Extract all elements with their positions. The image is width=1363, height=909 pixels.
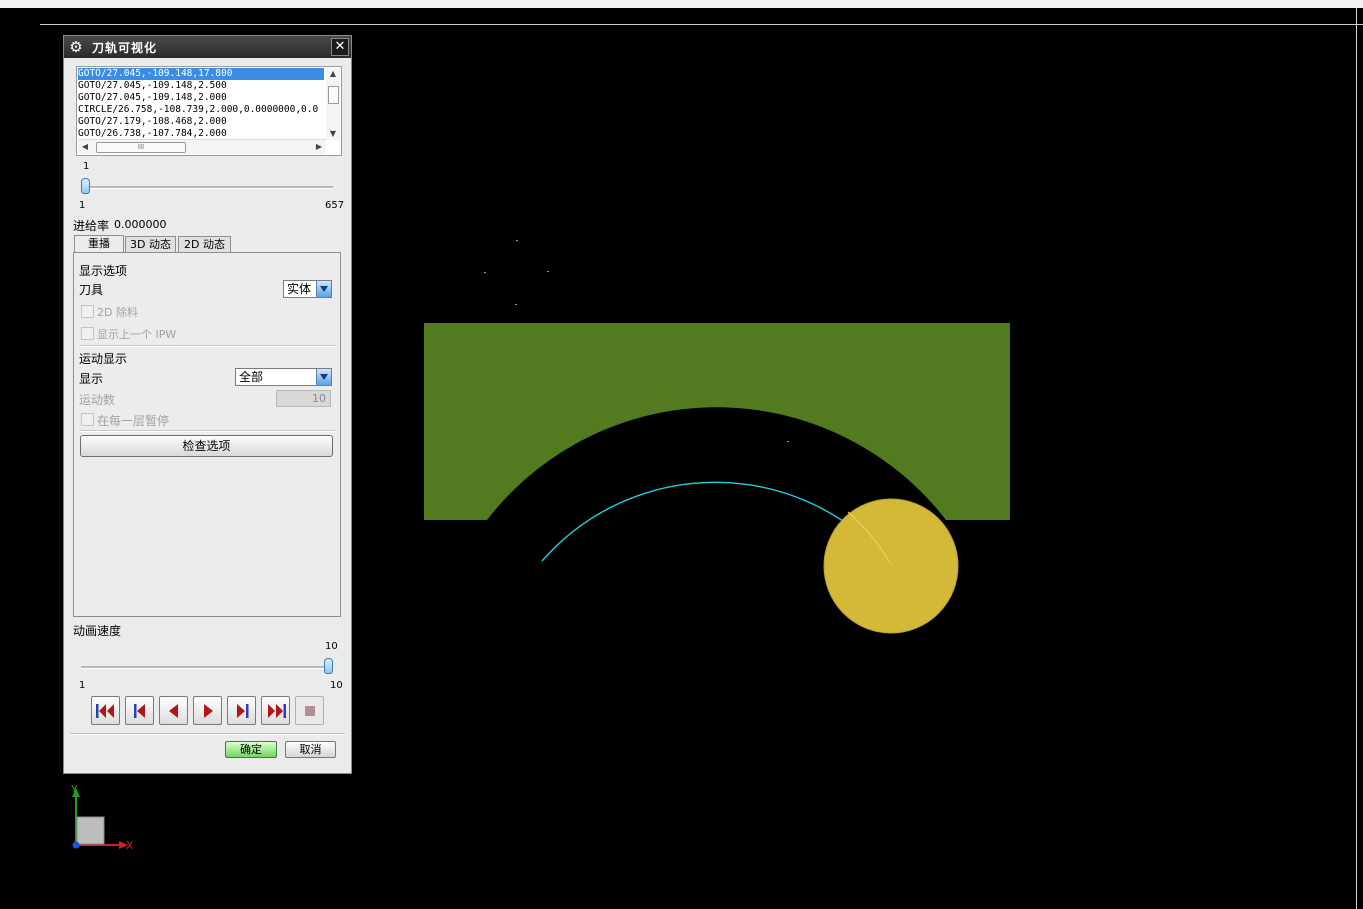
reverse-play-icon <box>169 704 178 718</box>
horizontal-scrollbar[interactable]: ◀ III ▶ <box>78 139 326 154</box>
fast-forward-to-end-button[interactable] <box>261 696 290 725</box>
nx-graphics-window: ⚙ 刀轨可视化 ✕ GOTO/27.045,-109.148,17.800 GO… <box>0 0 1363 909</box>
show-previous-ipw-checkbox[interactable] <box>81 327 94 340</box>
skip-to-start-icon <box>96 704 114 718</box>
footer-divider <box>70 733 345 735</box>
dialog-titlebar[interactable]: ⚙ 刀轨可视化 ✕ <box>64 36 351 58</box>
animation-speed-label: 动画速度 <box>73 624 122 638</box>
section-divider <box>79 345 335 347</box>
viewport-frame-top <box>40 24 1363 25</box>
scroll-right-icon[interactable]: ▶ <box>312 140 326 154</box>
dialog-title: 刀轨可视化 <box>92 41 158 55</box>
tool-label: 刀具 <box>79 283 104 297</box>
tab-replay[interactable]: 重播 <box>74 235 124 253</box>
motion-slider-thumb[interactable] <box>81 178 90 194</box>
play-icon <box>204 704 213 718</box>
feed-rate-value: 0.000000 <box>114 218 167 231</box>
step-to-next-operation-button[interactable] <box>227 696 256 725</box>
remove-2d-checkbox[interactable] <box>81 305 94 318</box>
section-divider <box>79 430 335 432</box>
motion-count-field[interactable]: 10 <box>276 390 331 407</box>
motion-count-label: 运动数 <box>79 393 116 407</box>
list-item[interactable]: CIRCLE/26.758,-108.739,2.000,0.0000000,0… <box>78 104 324 116</box>
pause-each-layer-label: 在每一层暂停 <box>97 414 170 428</box>
cutting-tool <box>823 498 959 634</box>
display-mode-select[interactable]: 全部 <box>235 368 332 386</box>
speed-slider-track[interactable] <box>81 666 333 669</box>
display-options-label: 显示选项 <box>79 264 128 278</box>
scrollbar-thumb[interactable] <box>328 86 339 104</box>
motion-slider-min: 1 <box>79 200 86 211</box>
ok-button[interactable]: 确定 <box>225 741 277 758</box>
vertical-scrollbar[interactable]: ▲ ▼ <box>326 68 340 140</box>
motion-display-label: 运动显示 <box>79 352 128 366</box>
motion-slider-current: 1 <box>83 161 90 172</box>
list-item[interactable]: GOTO/27.045,-109.148,2.500 <box>78 80 324 92</box>
replay-tab-panel: 显示选项 刀具 实体 2D 除料 显示上一个 IPW 运动显示 显示 全部 运动… <box>73 252 341 617</box>
stop-icon <box>305 706 315 716</box>
toolpath-listing[interactable]: GOTO/27.045,-109.148,17.800 GOTO/27.045,… <box>76 66 342 156</box>
scroll-down-icon[interactable]: ▼ <box>326 128 340 140</box>
speed-slider-max: 10 <box>330 680 343 691</box>
chevron-down-icon[interactable] <box>316 369 331 385</box>
top-window-strip <box>0 0 1363 8</box>
motion-slider-max: 657 <box>325 200 345 211</box>
tool-display-select[interactable]: 实体 <box>283 280 332 298</box>
gear-icon[interactable]: ⚙ <box>67 38 85 56</box>
motion-slider-track[interactable] <box>81 186 333 189</box>
show-previous-ipw-label: 显示上一个 IPW <box>97 328 177 341</box>
play-reverse-button[interactable] <box>159 696 188 725</box>
chevron-down-icon[interactable] <box>316 281 331 297</box>
close-icon[interactable]: ✕ <box>331 38 349 56</box>
play-button[interactable] <box>193 696 222 725</box>
tab-2d-dynamic[interactable]: 2D 动态 <box>178 236 231 253</box>
scroll-left-icon[interactable]: ◀ <box>78 140 92 154</box>
coordinate-triad: Y X <box>64 783 144 860</box>
part-blank <box>424 323 1010 520</box>
tool-display-value: 实体 <box>287 282 312 296</box>
list-item[interactable]: GOTO/27.179,-108.468,2.000 <box>78 116 324 128</box>
step-forward-icon <box>237 704 249 718</box>
cancel-button[interactable]: 取消 <box>285 741 336 758</box>
step-to-previous-operation-button[interactable] <box>125 696 154 725</box>
stop-button[interactable] <box>295 696 324 725</box>
skip-to-end-icon <box>268 704 286 718</box>
speed-slider-thumb[interactable] <box>324 658 333 674</box>
check-options-button[interactable]: 检查选项 <box>80 435 333 457</box>
display-label: 显示 <box>79 372 104 386</box>
viewport-frame-right <box>1356 8 1357 909</box>
speed-slider-min: 1 <box>79 680 86 691</box>
scroll-up-icon[interactable]: ▲ <box>326 68 340 80</box>
display-mode-value: 全部 <box>239 370 264 384</box>
list-item[interactable]: GOTO/27.045,-109.148,2.000 <box>78 92 324 104</box>
scrollbar-thumb[interactable]: III <box>96 142 186 153</box>
speed-slider-current: 10 <box>325 641 338 652</box>
rewind-to-start-button[interactable] <box>91 696 120 725</box>
step-back-icon <box>134 704 145 718</box>
list-item[interactable]: GOTO/27.045,-109.148,17.800 <box>78 68 324 80</box>
toolpath-visualization-dialog: ⚙ 刀轨可视化 ✕ GOTO/27.045,-109.148,17.800 GO… <box>63 35 352 774</box>
remove-2d-label: 2D 除料 <box>97 306 138 319</box>
y-axis-label: Y <box>71 783 78 796</box>
feed-rate-label: 进给率 <box>73 219 110 233</box>
pause-each-layer-checkbox[interactable] <box>81 413 94 426</box>
tab-3d-dynamic[interactable]: 3D 动态 <box>125 236 176 253</box>
x-axis-label: X <box>126 839 134 852</box>
